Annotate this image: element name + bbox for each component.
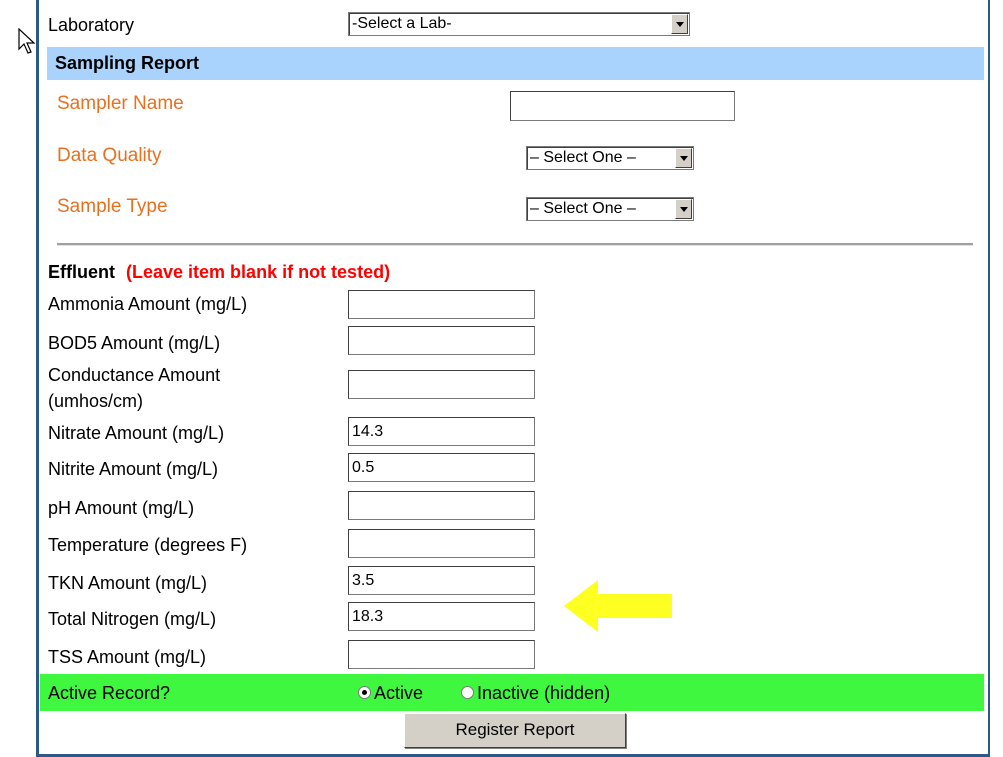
ammonia-input[interactable] bbox=[348, 290, 535, 319]
sample-type-select[interactable]: – Select One – bbox=[526, 197, 694, 221]
register-report-button[interactable]: Register Report bbox=[404, 713, 626, 748]
data-quality-value: – Select One – bbox=[530, 149, 636, 166]
total-nitrogen-label: Total Nitrogen (mg/L) bbox=[48, 609, 217, 629]
tss-input[interactable] bbox=[348, 640, 535, 669]
sampler-name-label: Sampler Name bbox=[57, 93, 184, 114]
sample-type-value: – Select One – bbox=[530, 200, 636, 217]
nitrate-label: Nitrate Amount (mg/L) bbox=[48, 423, 225, 443]
nitrate-value: 14.3 bbox=[352, 423, 384, 440]
bod5-input[interactable] bbox=[348, 326, 535, 355]
ammonia-label: Ammonia Amount (mg/L) bbox=[48, 294, 248, 314]
active-option-label[interactable]: Active bbox=[374, 683, 423, 703]
laboratory-select[interactable]: -Select a Lab- bbox=[348, 12, 690, 36]
data-quality-select[interactable]: – Select One – bbox=[526, 146, 694, 170]
divider bbox=[57, 243, 973, 246]
effluent-heading: Effluent (Leave item blank if not tested… bbox=[48, 262, 390, 283]
temperature-input[interactable] bbox=[348, 529, 535, 558]
sampler-name-input[interactable] bbox=[510, 91, 735, 121]
sample-type-label: Sample Type bbox=[57, 196, 168, 217]
inactive-option-label[interactable]: Inactive (hidden) bbox=[477, 683, 610, 703]
ph-label: pH Amount (mg/L) bbox=[48, 498, 195, 518]
data-quality-label: Data Quality bbox=[57, 145, 162, 166]
conductance-input[interactable] bbox=[348, 370, 535, 399]
ph-input[interactable] bbox=[348, 491, 535, 520]
temperature-label: Temperature (degrees F) bbox=[48, 535, 248, 555]
effluent-note: (Leave item blank if not tested) bbox=[126, 262, 391, 282]
laboratory-label: Laboratory bbox=[48, 15, 135, 35]
conductance-label-line2: (umhos/cm) bbox=[48, 391, 144, 411]
active-radio[interactable] bbox=[358, 686, 371, 699]
sampling-report-header: Sampling Report bbox=[47, 47, 984, 80]
chevron-down-icon[interactable] bbox=[671, 14, 688, 34]
total-nitrogen-input[interactable]: 18.3 bbox=[348, 602, 535, 631]
active-record-label: Active Record? bbox=[48, 683, 171, 703]
chevron-down-icon[interactable] bbox=[675, 148, 692, 168]
conductance-label-line1: Conductance Amount bbox=[48, 365, 221, 385]
inactive-radio[interactable] bbox=[461, 686, 474, 699]
highlight-arrow-icon bbox=[564, 580, 672, 632]
nitrite-label: Nitrite Amount (mg/L) bbox=[48, 459, 219, 479]
tkn-label: TKN Amount (mg/L) bbox=[48, 573, 208, 593]
total-nitrogen-value: 18.3 bbox=[352, 608, 384, 625]
section-title: Sampling Report bbox=[55, 53, 200, 73]
chevron-down-icon[interactable] bbox=[675, 199, 692, 219]
tkn-input[interactable]: 3.5 bbox=[348, 566, 535, 595]
effluent-title: Effluent bbox=[48, 262, 115, 282]
nitrite-input[interactable]: 0.5 bbox=[348, 453, 535, 482]
tss-label: TSS Amount (mg/L) bbox=[48, 647, 207, 667]
nitrate-input[interactable]: 14.3 bbox=[348, 417, 535, 446]
tkn-value: 3.5 bbox=[352, 572, 375, 589]
nitrite-value: 0.5 bbox=[352, 459, 375, 476]
bod5-label: BOD5 Amount (mg/L) bbox=[48, 333, 221, 353]
mouse-cursor-icon bbox=[18, 28, 36, 54]
laboratory-select-value: -Select a Lab- bbox=[352, 15, 452, 32]
